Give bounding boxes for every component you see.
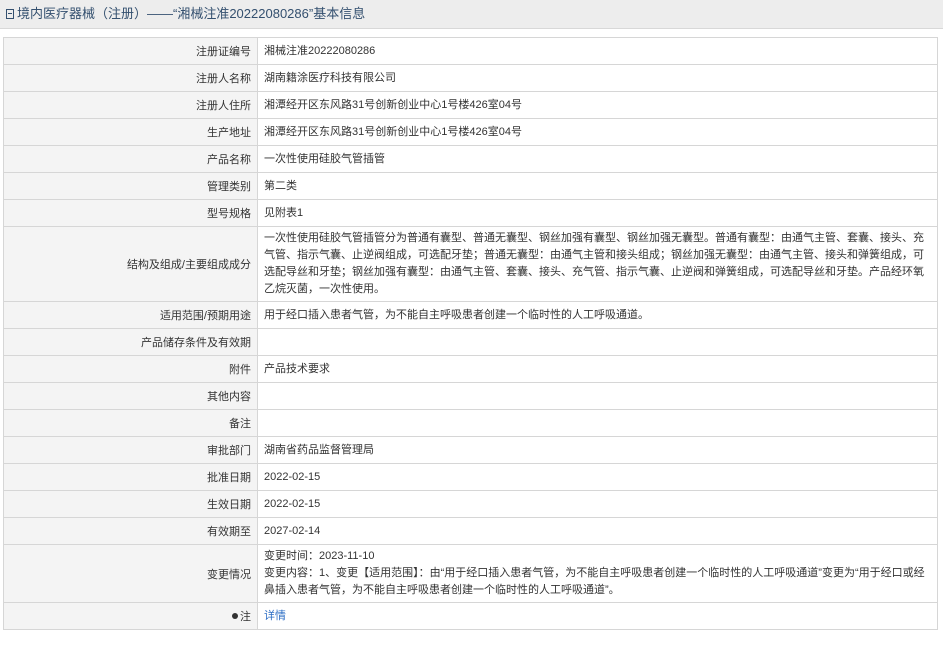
change-label: 变更情况	[3, 544, 258, 603]
row-value: 产品技术要求	[257, 355, 938, 383]
table-row: 生效日期 2022-02-15	[3, 490, 938, 518]
document-icon	[6, 9, 14, 19]
change-row: 变更情况 变更时间：2023-11-10 变更内容：1、变更【适用范围】：由“用…	[3, 544, 938, 603]
row-label: 附件	[3, 355, 258, 383]
page-title: 境内医疗器械（注册）——“湘械注准20222080286”基本信息	[17, 6, 366, 21]
row-label: 生产地址	[3, 118, 258, 146]
table-row: 生产地址 湘潭经开区东风路31号创新创业中心1号楼426室04号	[3, 118, 938, 146]
table-row: 审批部门 湖南省药品监督管理局	[3, 436, 938, 464]
table-row: 注册证编号 湘械注准20222080286	[3, 37, 938, 65]
row-value	[257, 382, 938, 410]
table-row: 有效期至 2027-02-14	[3, 517, 938, 545]
row-label: 产品储存条件及有效期	[3, 328, 258, 356]
note-label: 注	[240, 611, 251, 623]
row-value: 见附表1	[257, 199, 938, 227]
row-label: 型号规格	[3, 199, 258, 227]
page-title-bar: 境内医疗器械（注册）——“湘械注准20222080286”基本信息	[0, 0, 943, 29]
table-row: 产品名称 一次性使用硅胶气管插管	[3, 145, 938, 173]
row-label: 注册人住所	[3, 91, 258, 119]
row-value: 2022-02-15	[257, 490, 938, 518]
note-row: 注 详情	[3, 602, 938, 630]
table-row: 管理类别 第二类	[3, 172, 938, 200]
row-label: 生效日期	[3, 490, 258, 518]
row-value: 用于经口插入患者气管，为不能自主呼吸患者创建一个临时性的人工呼吸通道。	[257, 301, 938, 329]
row-label: 注册证编号	[3, 37, 258, 65]
table-row: 适用范围/预期用途 用于经口插入患者气管，为不能自主呼吸患者创建一个临时性的人工…	[3, 301, 938, 329]
table-row: 批准日期 2022-02-15	[3, 463, 938, 491]
row-label: 批准日期	[3, 463, 258, 491]
row-value: 湖南籍涂医疗科技有限公司	[257, 64, 938, 92]
table-row: 注册人名称 湖南籍涂医疗科技有限公司	[3, 64, 938, 92]
row-value: 一次性使用硅胶气管插管分为普通有囊型、普通无囊型、钢丝加强有囊型、钢丝加强无囊型…	[257, 226, 938, 302]
table-row: 型号规格 见附表1	[3, 199, 938, 227]
row-value: 一次性使用硅胶气管插管	[257, 145, 938, 173]
table-row: 产品储存条件及有效期	[3, 328, 938, 356]
row-value: 2022-02-15	[257, 463, 938, 491]
details-link[interactable]: 详情	[264, 610, 286, 622]
row-value: 第二类	[257, 172, 938, 200]
pin-icon	[232, 613, 238, 619]
row-label: 审批部门	[3, 436, 258, 464]
row-label: 注册人名称	[3, 64, 258, 92]
row-value: 2027-02-14	[257, 517, 938, 545]
row-value: 湘械注准20222080286	[257, 37, 938, 65]
change-time: 变更时间：2023-11-10	[264, 550, 375, 562]
row-value	[257, 328, 938, 356]
table-row: 结构及组成/主要组成成分 一次性使用硅胶气管插管分为普通有囊型、普通无囊型、钢丝…	[3, 226, 938, 302]
row-label: 其他内容	[3, 382, 258, 410]
table-row: 附件 产品技术要求	[3, 355, 938, 383]
row-value: 湖南省药品监督管理局	[257, 436, 938, 464]
row-value: 湘潭经开区东风路31号创新创业中心1号楼426室04号	[257, 91, 938, 119]
row-label: 适用范围/预期用途	[3, 301, 258, 329]
row-value: 湘潭经开区东风路31号创新创业中心1号楼426室04号	[257, 118, 938, 146]
info-table-container: 注册证编号 湘械注准20222080286 注册人名称 湖南籍涂医疗科技有限公司…	[3, 37, 938, 630]
row-label: 产品名称	[3, 145, 258, 173]
change-value: 变更时间：2023-11-10 变更内容：1、变更【适用范围】：由“用于经口插入…	[257, 544, 938, 603]
row-label: 管理类别	[3, 172, 258, 200]
row-label: 备注	[3, 409, 258, 437]
table-row: 其他内容	[3, 382, 938, 410]
info-table: 注册证编号 湘械注准20222080286 注册人名称 湖南籍涂医疗科技有限公司…	[3, 37, 938, 630]
row-value	[257, 409, 938, 437]
row-label: 有效期至	[3, 517, 258, 545]
change-content: 变更内容：1、变更【适用范围】：由“用于经口插入患者气管，为不能自主呼吸患者创建…	[264, 567, 925, 596]
table-row: 注册人住所 湘潭经开区东风路31号创新创业中心1号楼426室04号	[3, 91, 938, 119]
note-value: 详情	[257, 602, 938, 630]
note-label-cell: 注	[3, 602, 258, 630]
table-row: 备注	[3, 409, 938, 437]
row-label: 结构及组成/主要组成成分	[3, 226, 258, 302]
